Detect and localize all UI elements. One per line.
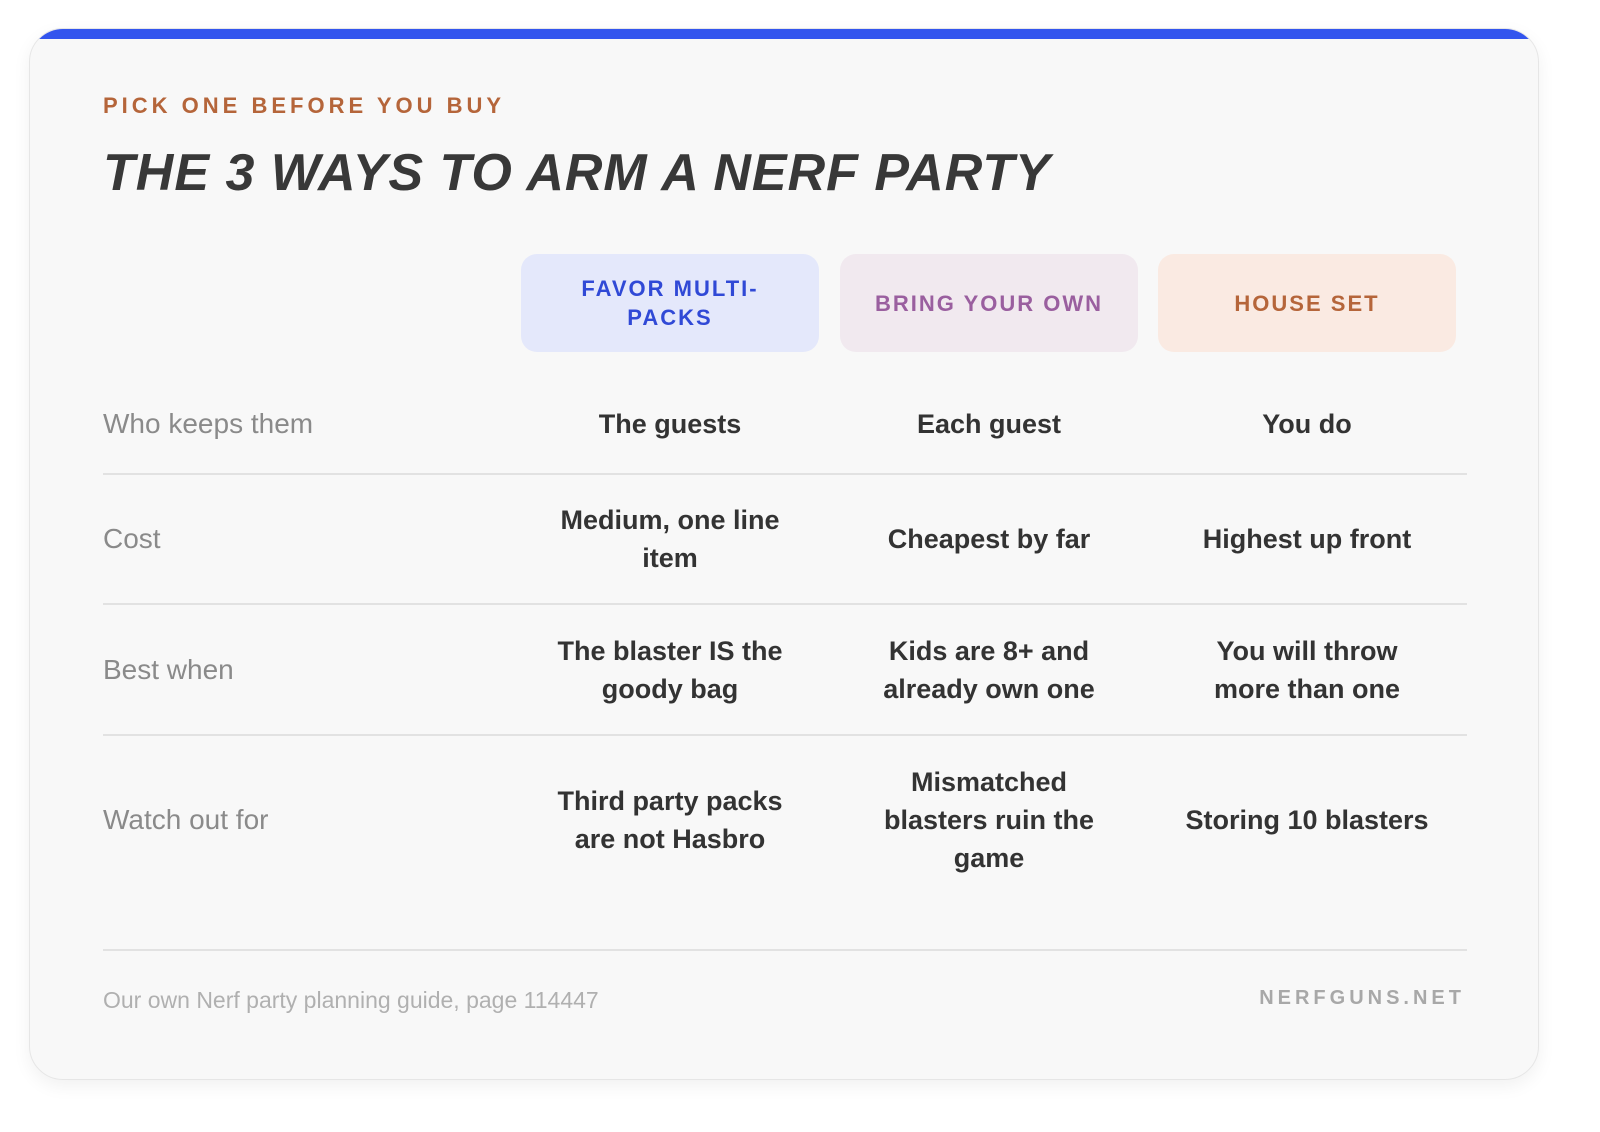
table-cell: Highest up front	[1158, 475, 1456, 603]
table-cell: Cheapest by far	[840, 475, 1138, 603]
cell-text: Storing 10 blasters	[1185, 805, 1429, 835]
cell-text: The guests	[598, 409, 742, 439]
cell-text: Medium, one line item	[560, 505, 780, 573]
table-row: Cost Medium, one line item Cheapest by f…	[103, 475, 1467, 605]
page-title: THE 3 WAYS TO ARM A NERF PARTY	[103, 144, 1051, 202]
table-cell: The guests	[521, 375, 819, 473]
table-cell: The blaster IS the goody bag	[521, 605, 819, 734]
column-header-label: FAVOR MULTI-PACKS	[581, 276, 759, 330]
footer-brand[interactable]: NERFGUNS.NET	[1259, 987, 1465, 1010]
row-label: Cost	[103, 523, 161, 554]
table-row: Watch out for Third party packs are not …	[103, 736, 1467, 904]
table-cell: Kids are 8+ and already own one	[840, 605, 1138, 734]
cell-text: Kids are 8+ and already own one	[883, 635, 1095, 704]
row-label: Best when	[103, 653, 234, 685]
column-header-bring-your-own: BRING YOUR OWN	[840, 254, 1138, 352]
footer-divider	[103, 949, 1467, 951]
table-cell: Each guest	[840, 375, 1138, 473]
table-row: Who keeps them The guests Each guest You…	[103, 375, 1467, 475]
table-cell: Storing 10 blasters	[1158, 736, 1456, 904]
cell-text: Third party packs are not Hasbro	[557, 786, 783, 854]
footer-note: Our own Nerf party planning guide, page …	[103, 987, 599, 1013]
cell-text: The blaster IS the goody bag	[557, 635, 783, 704]
column-header-house-set: HOUSE SET	[1158, 254, 1456, 352]
row-label: Who keeps them	[103, 408, 314, 439]
cell-text: Highest up front	[1202, 524, 1412, 554]
table-cell: Third party packs are not Hasbro	[521, 736, 819, 904]
cell-text: Each guest	[916, 409, 1062, 439]
table-cell: Medium, one line item	[521, 475, 819, 603]
cell-text: You do	[1262, 409, 1352, 439]
accent-bar	[30, 29, 1538, 39]
table-cell: Mismatched blasters ruin the game	[840, 736, 1138, 904]
column-header-label: HOUSE SET	[1234, 290, 1380, 316]
table-cell: You will throw more than one	[1158, 605, 1456, 734]
cell-text: Mismatched blasters ruin the game	[883, 767, 1095, 873]
cell-text: Cheapest by far	[887, 524, 1091, 554]
column-header-favor-multi-packs: FAVOR MULTI-PACKS	[521, 254, 819, 352]
row-label: Watch out for	[103, 804, 269, 835]
comparison-card: PICK ONE BEFORE YOU BUY THE 3 WAYS TO AR…	[29, 28, 1539, 1080]
column-header-label: BRING YOUR OWN	[874, 290, 1104, 316]
cell-text: You will throw more than one	[1213, 635, 1401, 704]
table-row: Best when The blaster IS the goody bag K…	[103, 605, 1467, 736]
table-cell: You do	[1158, 375, 1456, 473]
kicker: PICK ONE BEFORE YOU BUY	[103, 93, 506, 118]
